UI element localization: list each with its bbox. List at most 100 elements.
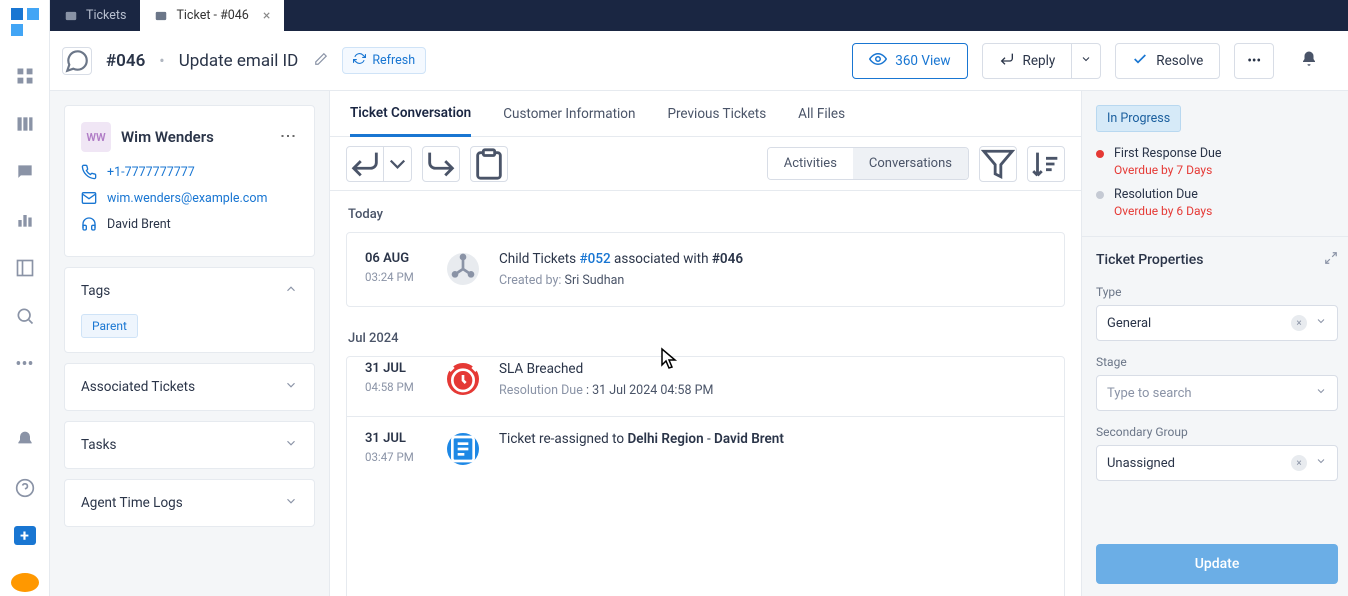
clear-icon[interactable]: × — [1291, 315, 1307, 331]
more-actions-button[interactable]: ••• — [1234, 43, 1274, 79]
timeline-entry: 31 JUL 03:47 PM Ticket re-assigned to De… — [347, 416, 1064, 596]
tab-customer-info[interactable]: Customer Information — [503, 91, 635, 137]
tab-detail-label: Ticket - #046 — [176, 8, 248, 23]
close-icon[interactable]: × — [263, 8, 270, 24]
type-value: General — [1107, 316, 1151, 331]
secondary-group-select[interactable]: Unassigned × — [1096, 445, 1338, 481]
sla-due-label: Resolution Due — [499, 383, 586, 398]
filter-button[interactable] — [979, 146, 1017, 182]
notifications-button[interactable] — [1288, 43, 1330, 79]
chevron-down-icon — [1315, 315, 1327, 331]
sla-first-response: First Response Due Overdue by 7 Days — [1096, 146, 1338, 177]
phone-icon — [81, 164, 97, 180]
layout-icon[interactable] — [15, 258, 35, 278]
secgroup-value: Unassigned — [1107, 456, 1175, 471]
timeline-group-jul: Jul 2024 — [348, 331, 1065, 346]
360-view-button[interactable]: 360 View — [852, 43, 967, 79]
tags-header[interactable]: Tags — [65, 268, 314, 314]
resolve-button[interactable]: Resolve — [1115, 43, 1220, 79]
chat-icon[interactable] — [15, 162, 35, 182]
headset-icon — [81, 216, 97, 232]
expand-icon[interactable] — [1324, 251, 1338, 269]
refresh-button[interactable]: Refresh — [342, 47, 426, 74]
entry-date: 31 JUL — [365, 361, 427, 376]
sla-dot-icon — [1096, 150, 1104, 158]
search-icon[interactable] — [15, 306, 35, 326]
analytics-icon[interactable] — [15, 210, 35, 230]
entry-text: Child Tickets — [499, 251, 580, 267]
type-select[interactable]: General × — [1096, 305, 1338, 341]
associated-tickets-header[interactable]: Associated Tickets — [65, 364, 314, 410]
help-icon[interactable] — [15, 478, 35, 498]
contact-name: Wim Wenders — [121, 128, 269, 146]
created-by-name: Sri Sudhan — [565, 273, 625, 288]
stage-select[interactable]: Type to search — [1096, 375, 1338, 411]
contact-phone[interactable]: +1-7777777777 — [107, 165, 195, 180]
channel-chat-icon — [62, 47, 92, 75]
reply-dropdown[interactable] — [1072, 43, 1101, 79]
user-avatar[interactable] — [11, 573, 39, 592]
more-icon[interactable]: ••• — [15, 354, 35, 374]
separator-dot: • — [159, 51, 164, 70]
bell-icon — [1300, 50, 1318, 72]
seg-conversations[interactable]: Conversations — [853, 148, 968, 179]
tab-conversation[interactable]: Ticket Conversation — [350, 91, 471, 137]
email-icon — [81, 190, 97, 206]
center-tabs: Ticket Conversation Customer Information… — [330, 91, 1081, 137]
ticket-title: Update email ID — [179, 51, 299, 71]
dashboard-icon[interactable] — [15, 66, 35, 86]
edit-icon[interactable] — [314, 52, 328, 70]
resolve-label: Resolve — [1156, 53, 1203, 69]
bell-icon[interactable] — [15, 430, 35, 450]
chevron-down-icon — [284, 378, 298, 396]
link-icon — [447, 253, 479, 285]
update-button[interactable]: Update — [1096, 544, 1338, 584]
timeline-entry: 31 JUL 04:58 PM SLA Breached Resolution … — [347, 357, 1064, 416]
entry-date: 06 AUG — [365, 251, 427, 266]
parent-ticket-ref: #046 — [712, 251, 743, 267]
columns-icon[interactable] — [15, 114, 35, 134]
reply-label: Reply — [1023, 53, 1056, 69]
ticket-header: #046 • Update email ID Refresh 360 View … — [0, 31, 1348, 91]
sla-value: Overdue by 7 Days — [1114, 163, 1222, 177]
entry-text: - — [704, 431, 714, 447]
left-rail: ••• + — [0, 0, 50, 596]
ticket-id: #046 — [106, 51, 145, 71]
tab-previous-tickets[interactable]: Previous Tickets — [667, 91, 766, 137]
clear-icon[interactable]: × — [1291, 455, 1307, 471]
sla-label: First Response Due — [1114, 146, 1222, 161]
reply-tool-button[interactable] — [346, 146, 384, 182]
child-ticket-link[interactable]: #052 — [580, 251, 611, 267]
reply-button[interactable]: Reply — [982, 43, 1073, 79]
assigned-agent: David Brent — [714, 431, 784, 447]
timeline-entry: 06 AUG 03:24 PM Child Tickets #052 assoc… — [346, 232, 1065, 307]
tag-parent[interactable]: Parent — [81, 314, 138, 338]
contact-menu-button[interactable]: ⋮ — [279, 128, 298, 146]
tags-title: Tags — [81, 283, 110, 299]
timelogs-header[interactable]: Agent Time Logs — [65, 480, 314, 526]
tab-tickets[interactable]: Tickets — [50, 0, 140, 31]
assigned-group: Delhi Region — [627, 431, 703, 447]
tasks-header[interactable]: Tasks — [65, 422, 314, 468]
tab-all-files[interactable]: All Files — [798, 91, 845, 137]
tab-ticket-detail[interactable]: Ticket - #046 × — [140, 0, 284, 31]
sort-button[interactable] — [1027, 146, 1065, 182]
left-sidebar: WW Wim Wenders ⋮ +1-7777777777 wim.wende… — [50, 91, 329, 596]
status-badge[interactable]: In Progress — [1096, 105, 1181, 132]
forward-button[interactable] — [422, 146, 460, 182]
field-label: Type — [1096, 285, 1338, 299]
reply-tool-dropdown[interactable] — [384, 146, 412, 182]
timeline-month-group: 31 JUL 04:58 PM SLA Breached Resolution … — [346, 356, 1065, 596]
avatar: WW — [81, 122, 111, 152]
stage-placeholder: Type to search — [1107, 386, 1192, 401]
tags-section: Tags Parent — [64, 267, 315, 353]
add-button[interactable]: + — [14, 526, 36, 545]
entry-date: 31 JUL — [365, 431, 427, 446]
right-panel: In Progress First Response Due Overdue b… — [1082, 91, 1348, 596]
seg-activities[interactable]: Activities — [768, 148, 853, 179]
contact-email[interactable]: wim.wenders@example.com — [107, 191, 267, 206]
alarm-icon — [447, 363, 479, 395]
chevron-up-icon — [284, 282, 298, 300]
clipboard-button[interactable] — [470, 146, 508, 182]
app-logo[interactable] — [9, 6, 41, 38]
